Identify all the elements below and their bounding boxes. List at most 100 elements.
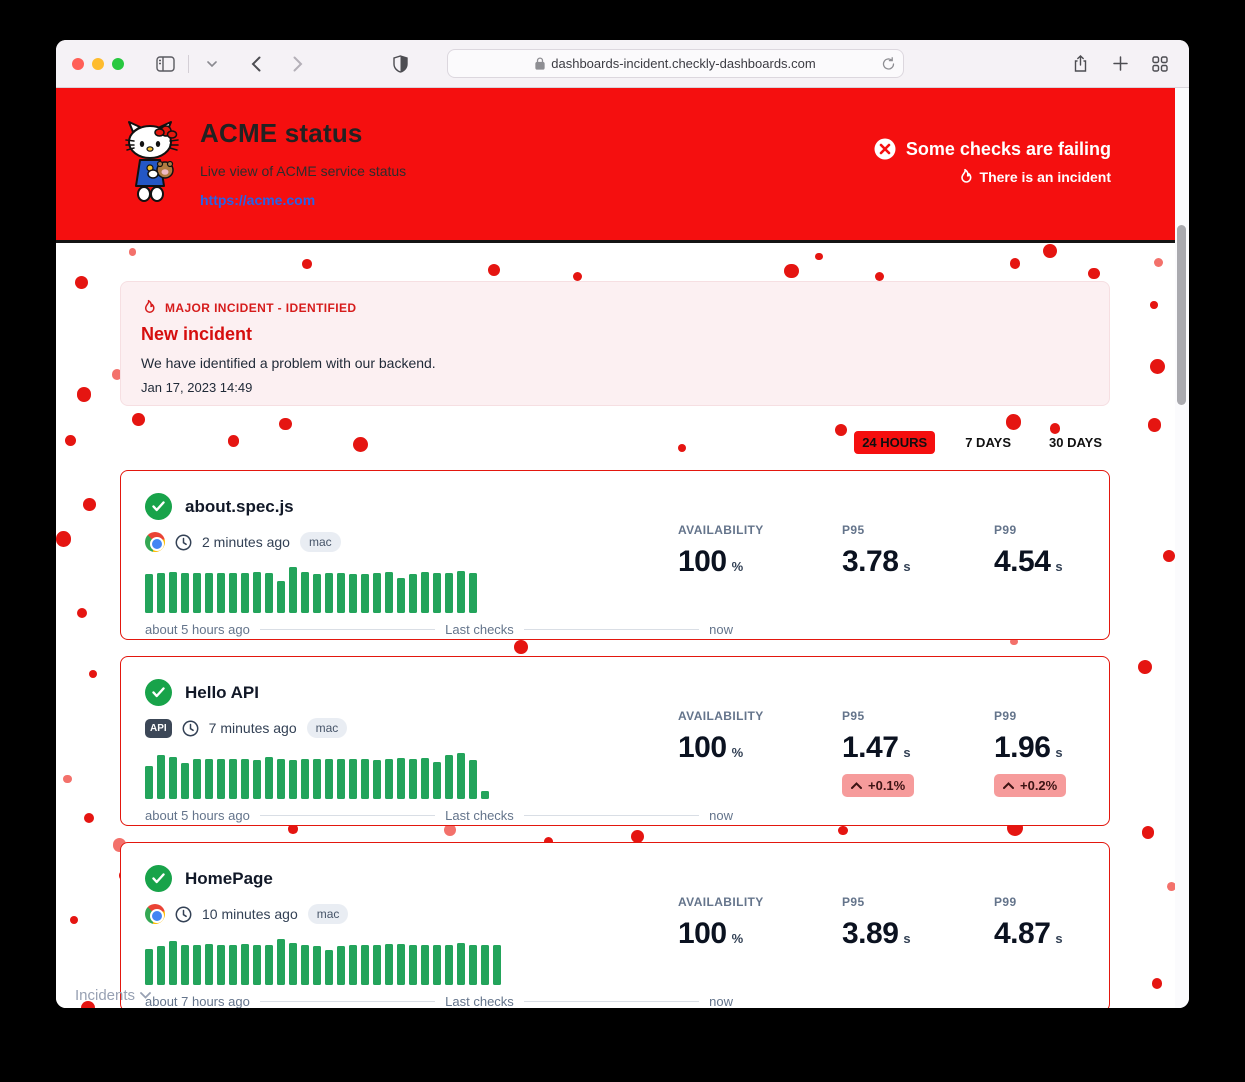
availability-label: AVAILABILITY — [678, 895, 796, 909]
api-check-badge: API — [145, 719, 172, 738]
last-run-time: 7 minutes ago — [209, 720, 297, 736]
check-result-bar — [469, 945, 477, 985]
incidents-link[interactable]: Incidents — [75, 987, 151, 1004]
back-button-icon[interactable] — [243, 51, 269, 77]
check-result-bar — [337, 759, 345, 799]
lock-icon — [535, 57, 545, 70]
scrollbar-thumb[interactable] — [1177, 225, 1186, 405]
p99-delta-badge: +0.2% — [994, 774, 1066, 797]
time-range-selector: 24 HOURS 7 DAYS 30 DAYS — [120, 431, 1110, 454]
check-result-bar — [301, 759, 309, 799]
check-result-bar — [289, 943, 297, 985]
check-result-bar — [421, 945, 429, 985]
check-result-bar — [421, 758, 429, 799]
new-tab-icon[interactable] — [1107, 51, 1133, 77]
timeline-center: Last checks — [445, 808, 514, 823]
check-result-bar — [397, 758, 405, 799]
location-badge: mac — [307, 718, 348, 738]
check-result-bar — [397, 578, 405, 613]
incident-indicator-label: There is an incident — [980, 169, 1111, 185]
tab-30-days[interactable]: 30 DAYS — [1041, 431, 1110, 454]
check-result-bar — [373, 573, 381, 613]
close-window-button[interactable] — [72, 58, 84, 70]
check-result-bar — [277, 759, 285, 799]
tab-overview-icon[interactable] — [1147, 51, 1173, 77]
check-result-bar — [217, 945, 225, 985]
timeline-start: about 7 hours ago — [145, 994, 250, 1008]
minimize-window-button[interactable] — [92, 58, 104, 70]
check-result-bar — [433, 573, 441, 613]
availability-value: 100 — [678, 545, 727, 578]
check-result-bar — [289, 567, 297, 613]
sidebar-chevron-down-icon[interactable] — [199, 51, 225, 77]
check-result-bar — [349, 759, 357, 799]
page-subtitle: Live view of ACME service status — [200, 163, 406, 179]
check-card-hello-api: Hello API API 7 minutes ago mac — [120, 656, 1110, 826]
scrollbar-track[interactable] — [1175, 88, 1189, 1008]
incident-timestamp: Jan 17, 2023 14:49 — [141, 380, 1089, 395]
check-result-bar — [325, 573, 333, 613]
check-result-bar — [457, 753, 465, 799]
timeline-end: now — [709, 808, 733, 823]
browser-toolbar: dashboards-incident.checkly-dashboards.c… — [56, 40, 1189, 88]
check-result-bar — [421, 572, 429, 613]
tab-24-hours[interactable]: 24 HOURS — [854, 431, 935, 454]
p95-delta-badge: +0.1% — [842, 774, 914, 797]
chart-timeline: about 5 hours ago Last checks now — [145, 622, 733, 637]
check-result-bar — [373, 760, 381, 799]
check-result-bar — [457, 571, 465, 613]
incident-title: New incident — [141, 324, 1089, 345]
zoom-window-button[interactable] — [112, 58, 124, 70]
clock-icon — [182, 720, 199, 737]
check-result-bar — [145, 574, 153, 613]
check-result-bar — [217, 759, 225, 799]
check-result-bar — [289, 760, 297, 799]
location-badge: mac — [300, 532, 341, 552]
reload-icon[interactable] — [882, 57, 895, 71]
address-bar[interactable]: dashboards-incident.checkly-dashboards.c… — [447, 49, 904, 78]
check-result-bar — [361, 759, 369, 799]
check-card-about-spec-js: about.spec.js 2 minutes ago mac — [120, 470, 1110, 640]
check-result-bar — [301, 945, 309, 985]
timeline-center: Last checks — [445, 994, 514, 1008]
last-run-time: 2 minutes ago — [202, 534, 290, 550]
company-link[interactable]: https://acme.com — [200, 192, 315, 208]
check-result-bar — [385, 759, 393, 799]
clock-icon — [175, 906, 192, 923]
privacy-shield-icon[interactable] — [387, 51, 413, 77]
incident-banner: MAJOR INCIDENT - IDENTIFIED New incident… — [120, 281, 1110, 406]
check-result-bar — [253, 572, 261, 613]
check-result-bar — [157, 573, 165, 613]
forward-button-icon[interactable] — [285, 51, 311, 77]
hello-kitty-logo — [120, 118, 184, 214]
p99-value: 1.96 — [994, 731, 1050, 764]
check-result-bar — [373, 945, 381, 985]
check-result-bar — [397, 944, 405, 985]
check-result-bar — [205, 759, 213, 799]
check-result-bar — [229, 573, 237, 613]
sidebar-toggle-icon[interactable] — [152, 51, 178, 77]
chart-timeline: about 7 hours ago Last checks now — [145, 994, 733, 1008]
timeline-divider — [524, 815, 699, 816]
check-result-bar — [325, 950, 333, 985]
chevron-up-icon — [851, 782, 862, 789]
check-result-bar — [181, 763, 189, 799]
timeline-divider — [260, 629, 435, 630]
check-result-bar — [145, 766, 153, 799]
check-result-bar — [301, 572, 309, 613]
check-result-bar — [349, 574, 357, 613]
check-result-bar — [205, 944, 213, 985]
timeline-start: about 5 hours ago — [145, 808, 250, 823]
check-result-bar — [229, 759, 237, 799]
status-message: Some checks are failing — [906, 139, 1111, 160]
check-result-bar — [469, 760, 477, 799]
check-result-bar — [265, 573, 273, 613]
check-result-bar — [313, 946, 321, 985]
share-icon[interactable] — [1067, 51, 1093, 77]
check-name: HomePage — [185, 869, 273, 889]
check-result-bar — [433, 945, 441, 985]
global-status: Some checks are failing — [874, 138, 1111, 160]
tab-7-days[interactable]: 7 DAYS — [957, 431, 1019, 454]
p95-label: P95 — [842, 523, 948, 537]
p95-value: 3.89 — [842, 917, 898, 950]
